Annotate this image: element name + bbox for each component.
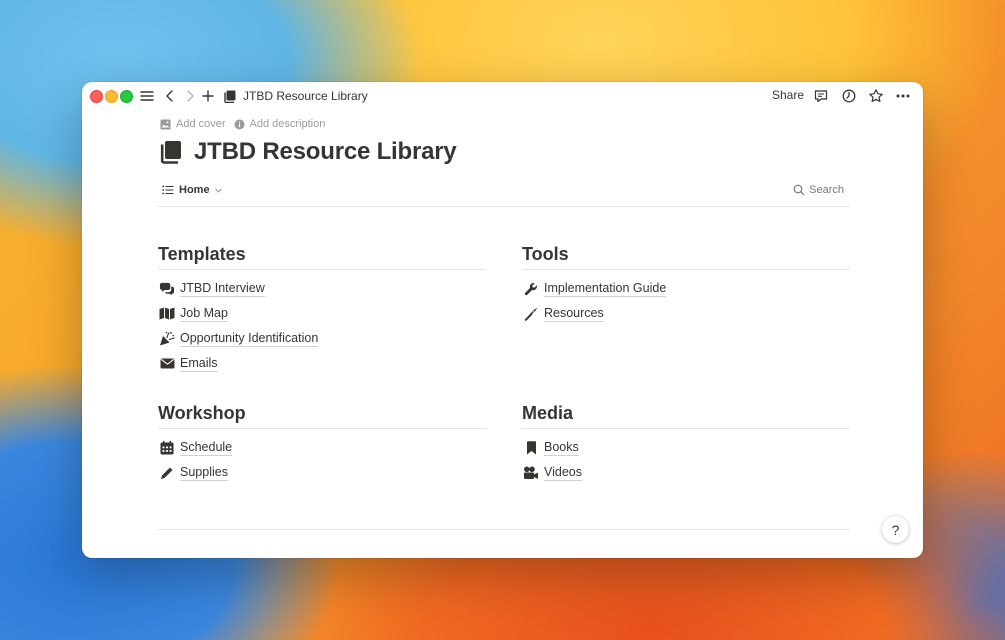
link-label: JTBD Interview [180,280,265,297]
forward-arrow-icon[interactable] [182,88,198,104]
divider [157,529,850,530]
favorite-star-icon[interactable] [868,88,884,104]
link-label: Emails [180,355,218,372]
book-page-icon[interactable] [160,140,182,164]
pencil-icon [159,465,175,481]
list-item[interactable]: Supplies [158,460,486,485]
wrench-icon [523,281,539,297]
list-item[interactable]: Implementation Guide [522,276,850,301]
history-clock-icon[interactable] [841,88,857,104]
info-icon [234,119,245,129]
tools-section: Tools Implementation Guide Resources [522,239,850,326]
calendar-icon [159,440,175,456]
templates-section: Templates JTBD Interview Job Map Opportu… [158,239,486,376]
comments-icon [159,281,175,297]
link-label: Implementation Guide [544,280,667,297]
list-item[interactable]: Job Map [158,301,486,326]
map-icon [159,306,175,322]
book-page-icon [224,90,236,103]
page-title[interactable]: JTBD Resource Library [194,138,457,166]
list-item[interactable]: JTBD Interview [158,276,486,301]
app-window: JTBD Resource Library Share Add cover Ad… [82,82,923,558]
new-page-plus-icon[interactable] [200,88,216,104]
add-description-button[interactable]: Add description [234,118,326,130]
image-icon [160,119,171,129]
page-header: JTBD Resource Library [160,138,457,166]
search-icon [793,184,805,196]
link-label: Supplies [180,464,228,481]
media-section: Media Books Videos [522,398,850,485]
link-label: Opportunity Identification [180,330,319,347]
section-heading: Templates [158,239,486,270]
video-camera-icon [523,465,539,481]
view-tab-label: Home [179,184,210,196]
minimize-window-button[interactable] [105,90,118,103]
envelope-icon [159,356,175,372]
section-heading: Workshop [158,398,486,429]
view-tab-home[interactable]: Home [162,184,223,196]
breadcrumb-title: JTBD Resource Library [243,89,368,103]
list-item[interactable]: Resources [522,301,850,326]
add-cover-label: Add cover [176,118,226,130]
section-heading: Tools [522,239,850,270]
party-popper-icon [159,331,175,347]
list-icon [162,185,174,195]
list-item[interactable]: Videos [522,460,850,485]
back-arrow-icon[interactable] [162,88,178,104]
page-actions: Add cover Add description [160,118,325,130]
add-description-label: Add description [249,118,326,130]
list-item[interactable]: Books [522,435,850,460]
link-label: Schedule [180,439,233,456]
link-label: Resources [544,305,604,322]
share-button[interactable]: Share [772,88,804,102]
screwdriver-icon [523,306,539,322]
bookmark-icon [523,440,539,456]
list-item[interactable]: Opportunity Identification [158,326,486,351]
workshop-section: Workshop Schedule Supplies [158,398,486,485]
list-item[interactable]: Schedule [158,435,486,460]
breadcrumb[interactable]: JTBD Resource Library [224,88,368,104]
view-bar: Home Search [157,180,850,207]
search-label: Search [809,184,844,196]
add-cover-button[interactable]: Add cover [160,118,226,130]
sidebar-menu-icon[interactable] [139,88,155,104]
comment-icon[interactable] [813,88,829,104]
more-options-icon[interactable] [895,88,911,104]
link-label: Books [544,439,579,456]
link-label: Videos [544,464,582,481]
maximize-window-button[interactable] [120,90,133,103]
close-window-button[interactable] [90,90,103,103]
title-bar: JTBD Resource Library Share [82,82,923,110]
list-item[interactable]: Emails [158,351,486,376]
help-button[interactable]: ? [882,516,909,543]
link-label: Job Map [180,305,228,322]
section-heading: Media [522,398,850,429]
search-button[interactable]: Search [793,184,844,196]
chevron-down-icon [214,188,222,193]
